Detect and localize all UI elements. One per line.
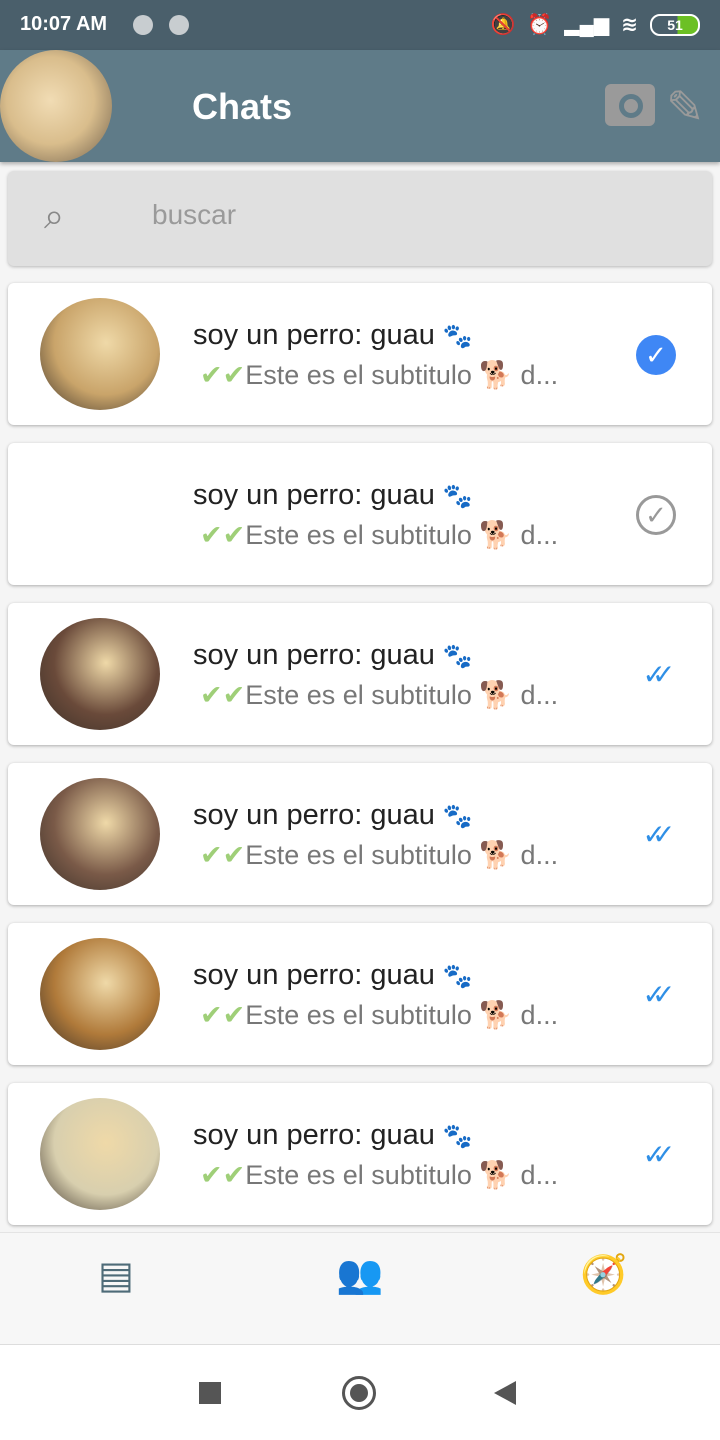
check-emoji: ✔✔ [200, 360, 246, 390]
check-emoji: ✔✔ [200, 1160, 246, 1190]
double-check-icon: ✓✓ [642, 659, 676, 690]
paw-emoji: 🐾 [442, 323, 473, 350]
paw-emoji: 🐾 [442, 803, 473, 830]
chat-title: soy un perro: guau 🐾 [193, 1119, 473, 1151]
dog-emoji: 🐕 [479, 360, 514, 390]
chat-title: soy un perro: guau 🐾 [193, 639, 473, 671]
chat-list-item[interactable]: soy un perro: guau 🐾 ✔✔Este es el subtit… [8, 1083, 712, 1225]
chat-avatar [40, 298, 160, 410]
paw-emoji: 🐾 [442, 483, 473, 510]
chat-title: soy un perro: guau 🐾 [193, 799, 473, 831]
wifi-icon: ≋ [621, 14, 638, 36]
chat-title: soy un perro: guau 🐾 [193, 319, 473, 351]
chat-list-item[interactable]: soy un perro: guau 🐾 ✔✔Este es el subtit… [8, 283, 712, 425]
dog-emoji: 🐕 [479, 520, 514, 550]
chat-subtitle: ✔✔Este es el subtitulo 🐕 d... [200, 680, 559, 710]
chat-list-item[interactable]: soy un perro: guau 🐾 ✔✔Este es el subtit… [8, 603, 712, 745]
chat-list-item[interactable]: soy un perro: guau 🐾 ✔✔Este es el subtit… [8, 923, 712, 1065]
sent-check-icon: ✓ [636, 495, 676, 535]
people-icon[interactable]: 👥 [336, 1253, 383, 1297]
check-emoji: ✔✔ [200, 1000, 246, 1030]
compass-icon[interactable]: 🧭 [580, 1253, 627, 1297]
dog-emoji: 🐕 [479, 1160, 514, 1190]
bottom-nav: ▤ 👥 🧭 [0, 1232, 720, 1344]
mute-bell-icon: 🔕 [490, 14, 516, 36]
notification-icon [133, 15, 153, 35]
check-emoji: ✔✔ [200, 840, 246, 870]
dog-emoji: 🐕 [479, 1000, 514, 1030]
chat-subtitle: ✔✔Este es el subtitulo 🐕 d... [200, 1000, 559, 1030]
double-check-icon: ✓✓ [642, 819, 676, 850]
chat-list-item[interactable]: soy un perro: guau 🐾 ✔✔Este es el subtit… [8, 763, 712, 905]
paw-emoji: 🐾 [442, 963, 473, 990]
search-input[interactable] [152, 199, 652, 231]
search-icon: ⌕ [44, 195, 65, 236]
chat-subtitle: ✔✔Este es el subtitulo 🐕 d... [200, 1160, 559, 1190]
dog-emoji: 🐕 [479, 840, 514, 870]
recents-button[interactable] [199, 1382, 221, 1404]
chat-title: soy un perro: guau 🐾 [193, 479, 473, 511]
double-check-icon: ✓✓ [642, 1139, 676, 1170]
chat-subtitle: ✔✔Este es el subtitulo 🐕 d... [200, 840, 559, 870]
chat-title: soy un perro: guau 🐾 [193, 959, 473, 991]
paw-emoji: 🐾 [442, 643, 473, 670]
check-emoji: ✔✔ [200, 520, 246, 550]
search-bar[interactable]: ⌕ [8, 171, 712, 266]
status-time: 10:07 AM [20, 13, 108, 35]
chat-subtitle: ✔✔Este es el subtitulo 🐕 d... [200, 520, 559, 550]
edit-pen-icon[interactable]: ✎ [666, 80, 705, 134]
chat-list-item[interactable]: soy un perro: guau 🐾 ✔✔Este es el subtit… [8, 443, 712, 585]
check-emoji: ✔✔ [200, 680, 246, 710]
battery-icon: 51 [650, 13, 700, 36]
notification-icon [169, 15, 189, 35]
chat-subtitle: ✔✔Este es el subtitulo 🐕 d... [200, 360, 559, 390]
home-button[interactable] [342, 1376, 376, 1410]
profile-avatar[interactable] [0, 50, 112, 162]
app-bar: Chats ✎ [0, 50, 720, 162]
chat-avatar [40, 1098, 160, 1210]
page-title: Chats [192, 86, 293, 127]
status-bar: 10:07 AM 🔕 ⏰ ▂▄▆ ≋ 51 [0, 0, 720, 50]
alarm-icon: ⏰ [527, 14, 553, 36]
back-button[interactable] [494, 1381, 516, 1405]
double-check-icon: ✓✓ [642, 979, 676, 1010]
read-check-icon: ✓ [636, 335, 676, 375]
dog-emoji: 🐕 [479, 680, 514, 710]
chat-avatar [40, 938, 160, 1050]
chat-avatar [40, 778, 160, 890]
camera-icon[interactable] [605, 84, 655, 126]
paw-emoji: 🐾 [442, 1123, 473, 1150]
chat-avatar [40, 618, 160, 730]
signal-icon: ▂▄▆ [564, 14, 610, 36]
system-nav [0, 1344, 720, 1440]
chat-icon[interactable]: ▤ [98, 1253, 134, 1298]
